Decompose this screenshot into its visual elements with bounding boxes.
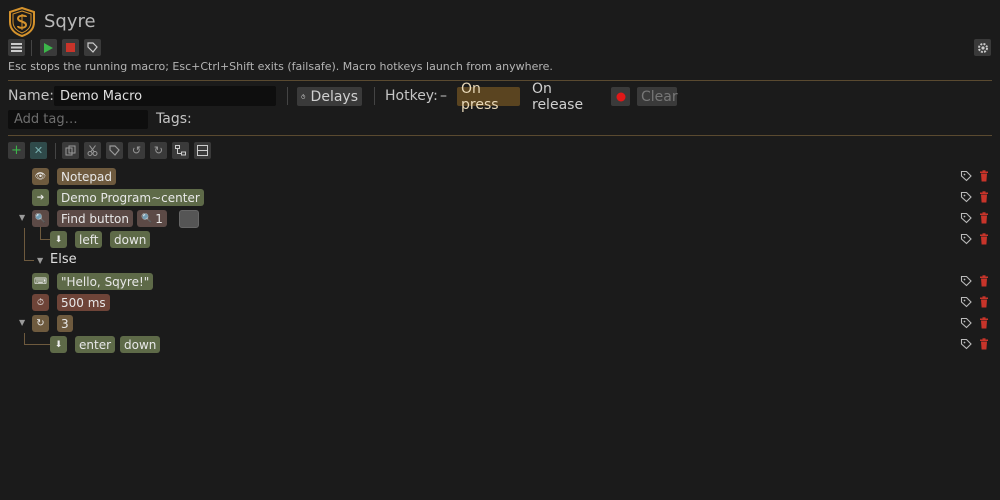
tag-action-button[interactable] (106, 142, 123, 159)
settings-button[interactable] (974, 39, 991, 56)
scissors-icon (87, 145, 98, 156)
record-icon (616, 92, 625, 101)
stop-button[interactable] (62, 39, 79, 56)
wait-action[interactable]: ⏱ (32, 294, 49, 311)
tag-icon (87, 42, 98, 53)
hint-text: Esc stops the running macro; Esc+Ctrl+Sh… (8, 60, 553, 73)
tag-icon[interactable] (960, 296, 972, 308)
gear-icon (977, 42, 988, 53)
menu-button[interactable] (8, 39, 25, 56)
action-pill[interactable]: Find button (57, 210, 133, 227)
redo-icon: ↻ (153, 144, 164, 157)
action-pill[interactable]: enter (75, 336, 116, 353)
search-icon: 🔍 (141, 213, 153, 224)
copy-button[interactable] (62, 142, 79, 159)
name-input[interactable]: Demo Macro (54, 86, 276, 106)
remove-action-button[interactable]: ✕ (30, 142, 47, 159)
action-pill[interactable]: down (110, 231, 151, 248)
tree-icon (175, 145, 186, 156)
keyboard-icon: ⌨ (34, 276, 47, 287)
find-image-action[interactable]: 🔍 (32, 210, 49, 227)
expand-triangle-icon[interactable]: ▼ (19, 213, 25, 222)
action-pill[interactable]: "Hello, Sqyre!" (57, 273, 154, 290)
sqyre-logo-icon (9, 7, 35, 37)
menu-icon (11, 43, 22, 52)
action-pill[interactable]: down (120, 336, 161, 353)
action-pill[interactable]: Notepad (57, 168, 116, 185)
trash-icon[interactable] (978, 296, 990, 308)
loop-action[interactable]: ↻ (32, 315, 49, 332)
on-press-label: On press (461, 80, 499, 113)
close-icon: ✕ (33, 144, 44, 157)
expand-tree-button[interactable] (172, 142, 189, 159)
tag-toolbar-button[interactable] (84, 39, 101, 56)
trash-icon[interactable] (978, 170, 990, 182)
focus-window-action[interactable]: 👁 (32, 168, 49, 185)
else-branch-label: Else (50, 252, 77, 267)
match-count-pill[interactable]: 🔍 1 (137, 210, 167, 227)
redo-button[interactable]: ↻ (150, 142, 167, 159)
undo-icon: ↺ (131, 144, 142, 157)
record-button[interactable] (611, 87, 630, 106)
tag-icon[interactable] (960, 338, 972, 350)
on-release-toggle[interactable]: On release (528, 81, 602, 113)
click-action[interactable]: ⬇ (50, 231, 67, 248)
delays-button[interactable]: Delays (297, 87, 362, 106)
clear-button[interactable]: Clear (637, 87, 678, 106)
name-label: Name: (8, 88, 55, 104)
arrow-down-icon: ⬇ (54, 339, 63, 350)
trash-icon[interactable] (978, 191, 990, 203)
app-title: Sqyre (44, 11, 96, 32)
image-preview[interactable] (179, 210, 199, 228)
tag-icon[interactable] (960, 212, 972, 224)
tag-icon[interactable] (960, 317, 972, 329)
stopwatch-icon (301, 94, 306, 99)
tag-icon[interactable] (960, 233, 972, 245)
hotkey-label: Hotkey: (385, 88, 438, 104)
on-release-label: On release (532, 80, 584, 113)
expand-triangle-icon[interactable]: ▼ (37, 256, 43, 265)
arrow-down-icon: ⬇ (54, 234, 63, 245)
key-action[interactable]: ⬇ (50, 336, 67, 353)
action-pill[interactable]: Demo Program~center (57, 189, 204, 206)
on-press-toggle[interactable]: On press (457, 81, 520, 113)
match-count: 1 (155, 211, 163, 226)
hotkey-value: – (440, 88, 447, 104)
action-pill[interactable]: left (75, 231, 103, 248)
arrow-right-icon: ➔ (36, 192, 45, 203)
search-icon: 🔍 (34, 213, 47, 224)
tag-icon[interactable] (960, 275, 972, 287)
copy-icon (65, 145, 76, 156)
loop-icon: ↻ (36, 318, 45, 329)
tag-icon (109, 145, 120, 156)
tag-icon[interactable] (960, 170, 972, 182)
undo-button[interactable]: ↺ (128, 142, 145, 159)
tags-label: Tags: (156, 111, 192, 127)
delays-label: Delays (310, 88, 358, 105)
trash-icon[interactable] (978, 212, 990, 224)
trash-icon[interactable] (978, 233, 990, 245)
collapse-icon (197, 145, 208, 156)
tag-icon[interactable] (960, 191, 972, 203)
expand-triangle-icon[interactable]: ▼ (19, 318, 25, 327)
plus-icon: + (11, 143, 22, 158)
play-button[interactable] (40, 39, 57, 56)
add-tag-input[interactable]: Add tag… (8, 110, 148, 129)
stop-icon (66, 43, 75, 52)
stopwatch-icon: ⏱ (36, 297, 45, 308)
trash-icon[interactable] (978, 338, 990, 350)
action-pill[interactable]: 3 (57, 315, 73, 332)
type-text-action[interactable]: ⌨ (32, 273, 49, 290)
trash-icon[interactable] (978, 275, 990, 287)
trash-icon[interactable] (978, 317, 990, 329)
play-icon (44, 42, 53, 53)
move-mouse-action[interactable]: ➔ (32, 189, 49, 206)
action-pill[interactable]: 500 ms (57, 294, 110, 311)
collapse-tree-button[interactable] (194, 142, 211, 159)
clear-label: Clear (641, 88, 678, 105)
eye-icon: 👁 (34, 171, 47, 182)
add-action-button[interactable]: + (8, 142, 25, 159)
cut-button[interactable] (84, 142, 101, 159)
